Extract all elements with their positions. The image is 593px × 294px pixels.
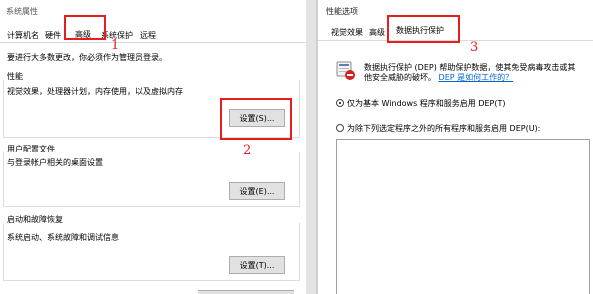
performance-desc: 视觉效果，处理器计划，内存使用，以及虚拟内存: [7, 87, 183, 96]
window-title: 性能选项: [326, 7, 358, 16]
dep-exception-list[interactable]: [336, 139, 590, 294]
startup-recovery-settings-button[interactable]: 设置(T)...: [229, 256, 285, 274]
highlight-performance-settings: [220, 98, 292, 140]
dep-basic-label[interactable]: 仅为基本 Windows 程序和服务启用 DEP(T): [347, 98, 506, 109]
dep-all-programs-radio[interactable]: [336, 124, 344, 132]
user-profile-desc: 与登录帐户相关的桌面设置: [7, 158, 103, 167]
dep-all-programs-label[interactable]: 为除下列选定程序之外的所有程序和服务启用 DEP(U):: [347, 123, 540, 134]
startup-recovery-desc: 系统启动、系统故障和调试信息: [7, 233, 119, 242]
system-properties-window: 系统属性 计算机名 硬件 高级 系统保护 远程 要进行大多数更改，你必须作为管理…: [0, 0, 306, 294]
admin-note: 要进行大多数更改，你必须作为管理员登录。: [7, 53, 167, 62]
dep-description-text: 他安全威胁的破坏。: [364, 73, 436, 82]
window-title: 系统属性: [6, 7, 38, 16]
highlight-advanced-tab: [64, 15, 106, 40]
bottom-button-edge: [198, 290, 294, 294]
dep-help-link[interactable]: DEP 是如何工作的？: [439, 73, 514, 82]
tab-visual-effects[interactable]: 视觉效果: [331, 27, 363, 38]
tab-divider: [0, 42, 306, 43]
dep-basic-radio[interactable]: [336, 99, 344, 107]
tab-hardware[interactable]: 硬件: [45, 30, 61, 41]
tab-remote[interactable]: 远程: [140, 30, 156, 41]
annotation-2: 2: [243, 143, 252, 158]
user-profile-settings-button[interactable]: 设置(E)...: [229, 182, 285, 200]
annotation-1: 1: [111, 38, 120, 53]
performance-options-window: 性能选项 视觉效果 高级 数据执行保护 数据执行保护 (DEP) 帮助保护数据，…: [318, 0, 593, 294]
annotation-3: 3: [470, 40, 479, 55]
dep-shield-icon: [335, 58, 357, 82]
dep-description-line-2: 他安全威胁的破坏。 DEP 是如何工作的？: [364, 72, 513, 83]
tab-advanced[interactable]: 高级: [369, 27, 385, 38]
tab-computer-name[interactable]: 计算机名: [7, 30, 39, 41]
highlight-dep-tab: [387, 15, 460, 43]
